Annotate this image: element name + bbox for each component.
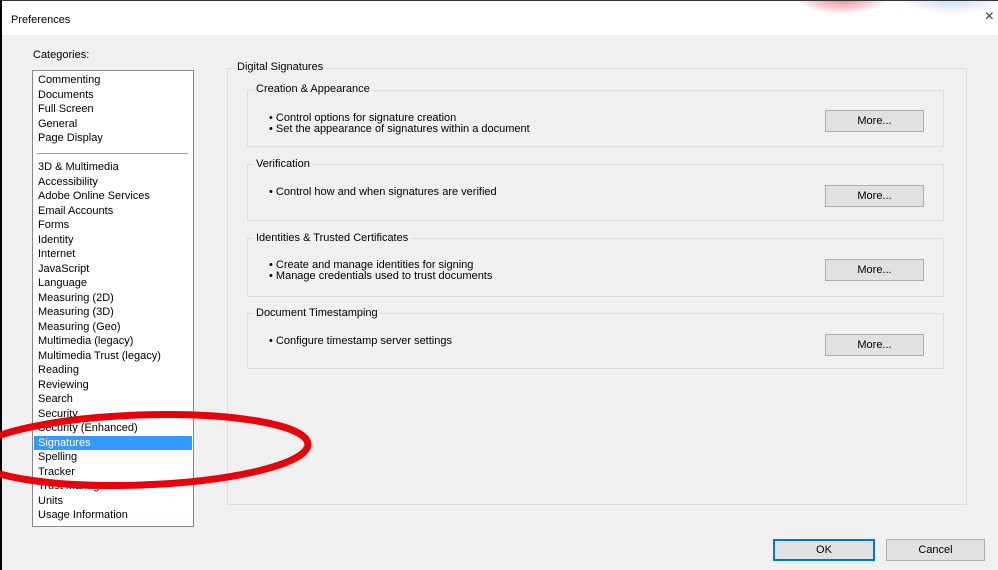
category-item-internet[interactable]: Internet — [34, 247, 192, 262]
category-item-measuring-3d[interactable]: Measuring (3D) — [34, 305, 192, 320]
categories-label: Categories: — [33, 49, 90, 61]
cancel-button[interactable]: Cancel — [886, 539, 985, 561]
category-item-search[interactable]: Search — [34, 392, 192, 407]
category-item-trust-manager[interactable]: Trust Manager — [34, 479, 192, 494]
category-item-adobe-online-services[interactable]: Adobe Online Services — [34, 189, 192, 204]
category-item-multimedia-legacy[interactable]: Multimedia (legacy) — [34, 334, 192, 349]
category-item-spelling[interactable]: Spelling — [34, 450, 192, 465]
timestamping-desc-line-1: • Configure timestamp server settings — [269, 335, 452, 347]
category-item-usage-information[interactable]: Usage Information — [34, 508, 192, 523]
timestamping-more-button[interactable]: More... — [825, 334, 924, 356]
identities-desc-line-2: • Manage credentials used to trust docum… — [269, 270, 493, 282]
creation-desc-line-2: • Set the appearance of signatures withi… — [269, 123, 530, 135]
preferences-dialog: Preferences × Categories: Commenting Docu… — [0, 0, 998, 570]
category-item-measuring-geo[interactable]: Measuring (Geo) — [34, 320, 192, 335]
timestamping-title: Document Timestamping — [254, 307, 380, 319]
category-item-security-enhanced[interactable]: Security (Enhanced) — [34, 421, 192, 436]
creation-more-button[interactable]: More... — [825, 110, 924, 132]
category-item-email-accounts[interactable]: Email Accounts — [34, 204, 192, 219]
category-item-units[interactable]: Units — [34, 494, 192, 509]
category-item-reading[interactable]: Reading — [34, 363, 192, 378]
category-item-general[interactable]: General — [34, 117, 192, 132]
category-item-identity[interactable]: Identity — [34, 233, 192, 248]
category-item-forms[interactable]: Forms — [34, 218, 192, 233]
category-item-language[interactable]: Language — [34, 276, 192, 291]
category-item-commenting[interactable]: Commenting — [34, 73, 192, 88]
category-item-security[interactable]: Security — [34, 407, 192, 422]
category-item-measuring-2d[interactable]: Measuring (2D) — [34, 291, 192, 306]
category-item-tracker[interactable]: Tracker — [34, 465, 192, 480]
category-item-multimedia-trust-legacy[interactable]: Multimedia Trust (legacy) — [34, 349, 192, 364]
creation-appearance-title: Creation & Appearance — [254, 83, 372, 95]
categories-list[interactable]: Commenting Documents Full Screen General Pag… — [32, 70, 194, 527]
verification-more-button[interactable]: More... — [825, 185, 924, 207]
category-item-reviewing[interactable]: Reviewing — [34, 378, 192, 393]
close-icon[interactable]: × — [985, 9, 994, 25]
identities-title: Identities & Trusted Certificates — [254, 232, 411, 244]
digital-signatures-title: Digital Signatures — [235, 61, 326, 73]
category-item-3d-multimedia[interactable]: 3D & Multimedia — [34, 160, 192, 175]
verification-title: Verification — [254, 158, 312, 170]
category-item-accessibility[interactable]: Accessibility — [34, 175, 192, 190]
identities-more-button[interactable]: More... — [825, 259, 924, 281]
window-title: Preferences — [11, 14, 71, 26]
title-bar: Preferences × — [2, 1, 998, 35]
category-item-signatures[interactable]: Signatures — [34, 435, 192, 450]
ok-button[interactable]: OK — [773, 539, 875, 561]
category-item-documents[interactable]: Documents — [34, 88, 192, 103]
categories-separator — [37, 153, 188, 154]
verification-desc-line-1: • Control how and when signatures are ve… — [269, 186, 497, 198]
category-item-full-screen[interactable]: Full Screen — [34, 102, 192, 117]
background-glow — [792, 1, 998, 19]
category-item-javascript[interactable]: JavaScript — [34, 262, 192, 277]
category-item-page-display[interactable]: Page Display — [34, 131, 192, 146]
